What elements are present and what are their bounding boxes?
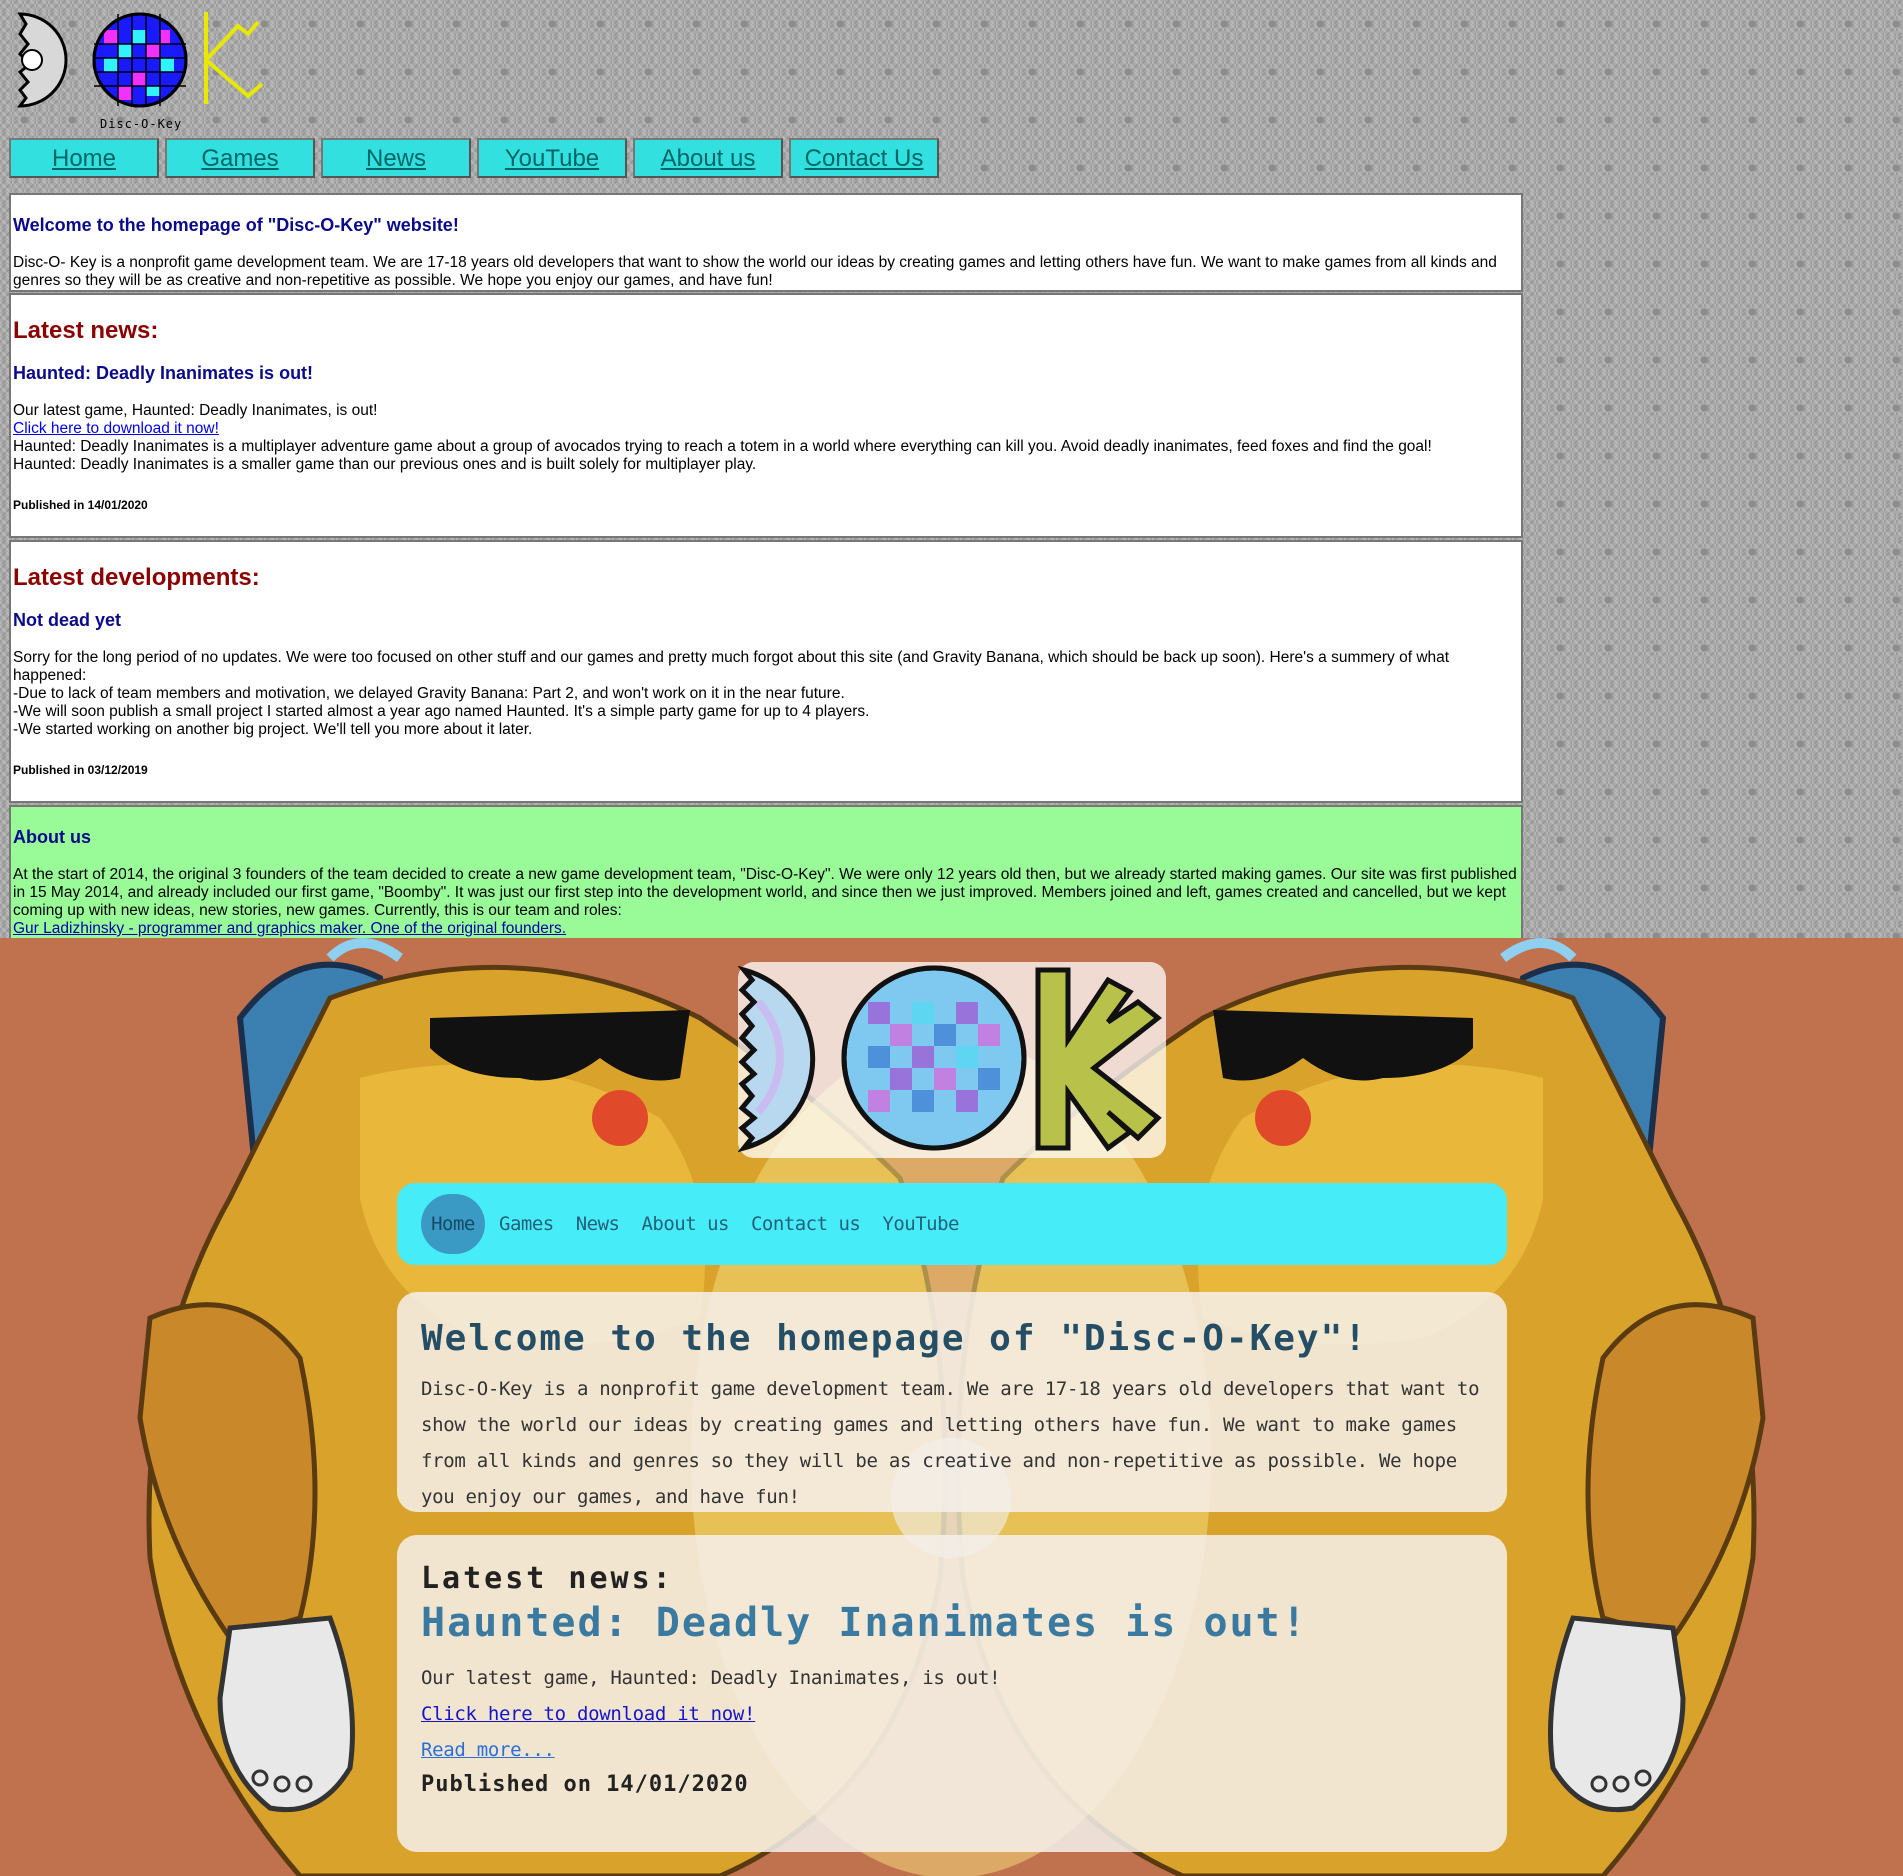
read-more-link[interactable]: Read more... — [421, 1739, 555, 1761]
old-about-box: About us At the start of 2014, the origi… — [9, 805, 1523, 938]
old-nav-contact[interactable]: Contact Us — [789, 138, 939, 178]
old-welcome-text: Disc-O- Key is a nonprofit game developm… — [13, 254, 1497, 289]
old-welcome-title: Welcome to the homepage of "Disc-O-Key" … — [13, 215, 459, 235]
old-about-title: About us — [13, 827, 91, 847]
disc-o-key-logo-new — [737, 965, 1163, 1153]
new-welcome-card: Welcome to the homepage of "Disc-O-Key"!… — [397, 1292, 1507, 1512]
old-nav-youtube[interactable]: YouTube — [477, 138, 627, 178]
new-news-published: Published on 14/01/2020 — [421, 1772, 749, 1797]
old-member-link[interactable]: Gur Ladizhinsky - programmer and graphic… — [13, 920, 566, 937]
new-news-card: Latest news: Haunted: Deadly Inanimates … — [397, 1535, 1507, 1852]
old-nav-news[interactable]: News — [321, 138, 471, 178]
old-welcome-box: Welcome to the homepage of "Disc-O-Key" … — [9, 193, 1523, 292]
old-news-line1: Our latest game, Haunted: Deadly Inanima… — [13, 402, 378, 419]
new-download-link[interactable]: Click here to download it now! — [421, 1703, 755, 1725]
old-dev-title: Not dead yet — [13, 610, 122, 630]
new-site-screenshot: Home Games News About us Contact us YouT… — [0, 938, 1903, 1876]
old-news-box: Latest news: Haunted: Deadly Inanimates … — [9, 293, 1523, 538]
old-download-link[interactable]: Click here to download it now! — [13, 420, 219, 437]
old-dev-line2: -Due to lack of team members and motivat… — [13, 685, 845, 702]
new-nav-youtube[interactable]: YouTube — [882, 1213, 959, 1235]
old-site-screenshot: Disc-O-Key Home Games News YouTube About… — [0, 0, 1903, 938]
new-welcome-text: Disc-O-Key is a nonprofit game developme… — [421, 1378, 1480, 1508]
old-nav-home[interactable]: Home — [9, 138, 159, 178]
old-news-line3: Haunted: Deadly Inanimates is a smaller … — [13, 456, 757, 473]
old-nav-games[interactable]: Games — [165, 138, 315, 178]
logo-caption: Disc-O-Key — [100, 117, 183, 131]
old-dev-line1: Sorry for the long period of no updates.… — [13, 649, 1450, 684]
new-nav-about[interactable]: About us — [641, 1213, 729, 1235]
disco-ball-icon — [92, 12, 188, 108]
new-nav-news[interactable]: News — [576, 1213, 620, 1235]
new-logo-box — [737, 962, 1166, 1158]
new-nav-games[interactable]: Games — [499, 1213, 554, 1235]
old-developments-box: Latest developments: Not dead yet Sorry … — [9, 540, 1523, 803]
old-about-text: At the start of 2014, the original 3 fou… — [13, 866, 1517, 919]
old-dev-line4: -We started working on another big proje… — [13, 721, 533, 738]
old-dev-heading: Latest developments: — [13, 564, 260, 591]
new-nav-bar: Home Games News About us Contact us YouT… — [397, 1183, 1507, 1265]
old-news-heading: Latest news: — [13, 317, 159, 344]
old-dev-line3: -We will soon publish a small project I … — [13, 703, 870, 720]
new-nav-contact[interactable]: Contact us — [751, 1213, 861, 1235]
old-news-published: Published in 14/01/2020 — [13, 498, 148, 512]
old-news-line2: Haunted: Deadly Inanimates is a multipla… — [13, 438, 1432, 455]
new-welcome-title: Welcome to the homepage of "Disc-O-Key"! — [421, 1318, 1368, 1359]
old-dev-published: Published in 03/12/2019 — [13, 763, 148, 777]
old-nav-bar: Home Games News YouTube About us Contact… — [9, 138, 945, 178]
bitten-cd-icon — [737, 965, 816, 1153]
new-news-title: Haunted: Deadly Inanimates is out! — [421, 1600, 1308, 1646]
key-icon — [204, 12, 264, 104]
bitten-disc-icon — [16, 12, 68, 108]
old-news-title: Haunted: Deadly Inanimates is out! — [13, 363, 314, 383]
new-news-line1: Our latest game, Haunted: Deadly Inanima… — [421, 1667, 1001, 1689]
old-nav-about[interactable]: About us — [633, 138, 783, 178]
new-nav-home[interactable]: Home — [421, 1194, 485, 1254]
key-icon — [1035, 967, 1163, 1152]
new-news-heading: Latest news: — [421, 1561, 674, 1596]
disco-ball-icon — [841, 965, 1027, 1151]
